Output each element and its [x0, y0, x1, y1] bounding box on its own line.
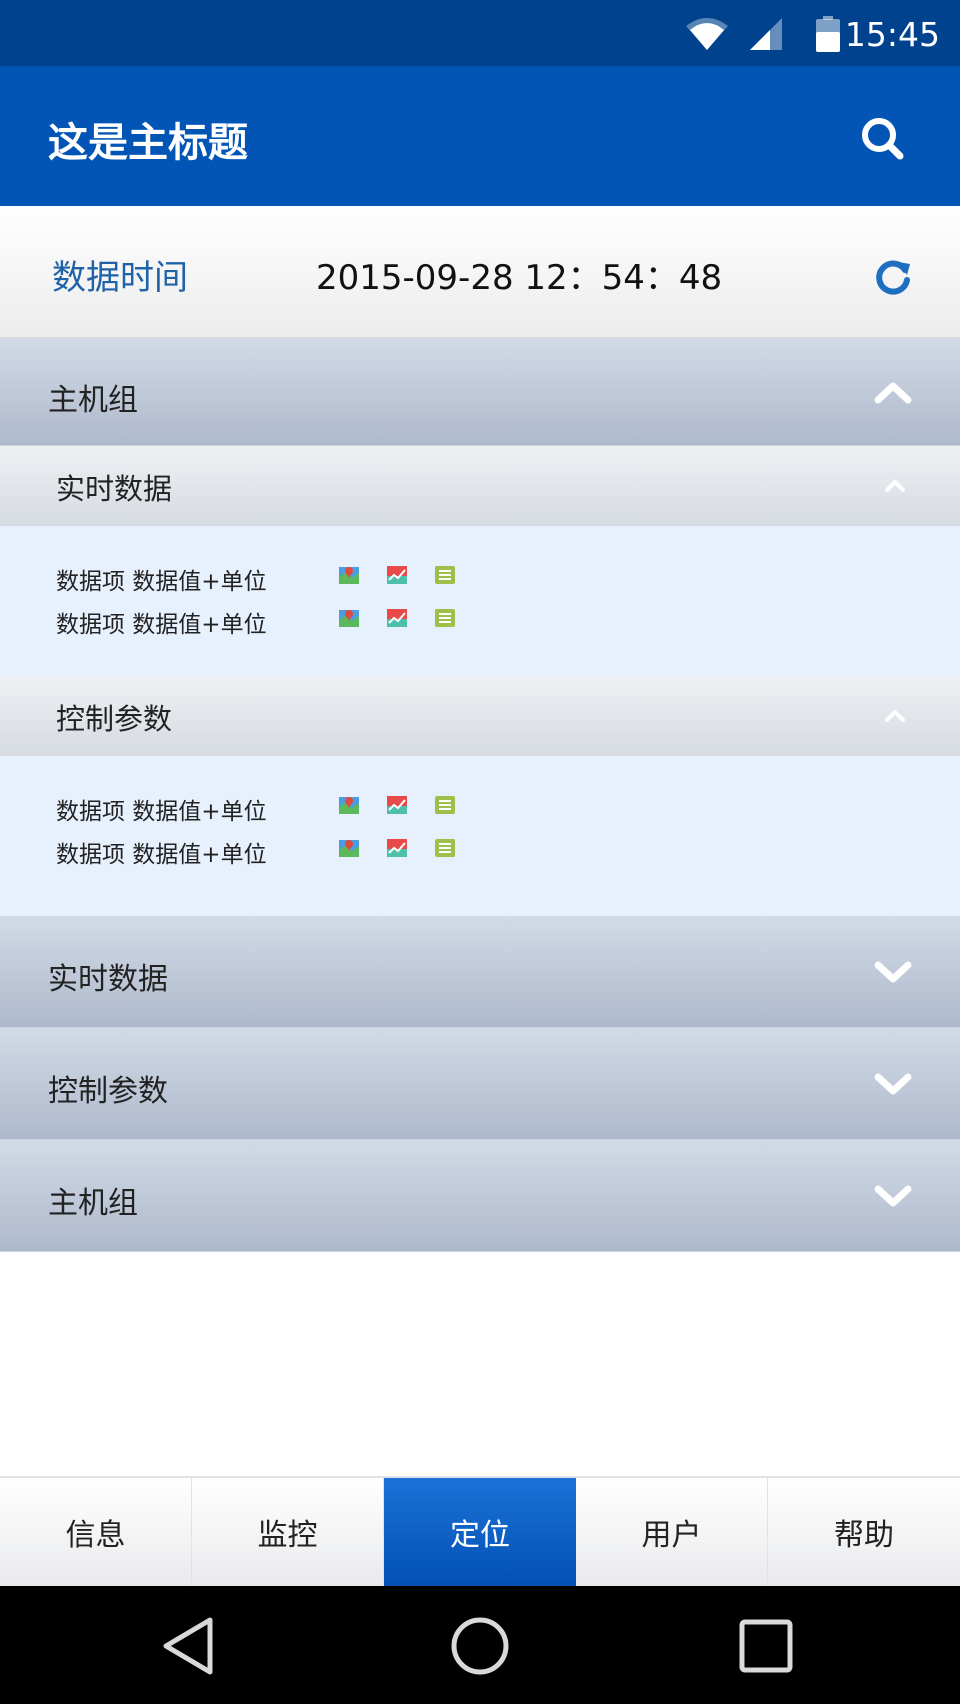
map-icon[interactable] — [338, 564, 360, 586]
group-label: 控制参数 — [48, 1074, 168, 1109]
group-header-collapsed[interactable]: 控制参数 — [0, 1028, 960, 1140]
item-text: 数据项 数据值+单位 — [56, 612, 267, 638]
chart-icon[interactable] — [386, 564, 408, 586]
home-icon[interactable] — [448, 1614, 512, 1678]
map-icon[interactable] — [338, 837, 360, 859]
group-header-collapsed[interactable]: 实时数据 — [0, 916, 960, 1028]
section-label: 实时数据 — [56, 472, 173, 506]
group-label: 主机组 — [48, 383, 138, 418]
group-header-expanded[interactable]: 主机组 — [0, 338, 960, 446]
group-label: 实时数据 — [48, 962, 168, 997]
tab-user[interactable]: 用户 — [576, 1478, 768, 1586]
section-header-control[interactable]: 控制参数 — [0, 676, 960, 756]
back-icon[interactable] — [158, 1614, 222, 1678]
list-item: 数据项 数据值+单位 — [56, 558, 516, 598]
system-nav-bar — [0, 1586, 960, 1704]
chart-icon[interactable] — [386, 607, 408, 629]
list-icon[interactable] — [434, 837, 456, 859]
status-clock: 15:45 — [844, 15, 940, 54]
section-body-control: 数据项 数据值+单位 数据项 数据值+单位 — [0, 756, 960, 916]
tab-location[interactable]: 定位 — [384, 1478, 576, 1586]
chevron-up-icon — [885, 480, 905, 492]
data-time-label: 数据时间 — [52, 258, 188, 298]
list-item: 数据项 数据值+单位 — [56, 831, 516, 871]
chart-icon[interactable] — [386, 794, 408, 816]
list-item: 数据项 数据值+单位 — [56, 788, 516, 828]
chevron-down-icon — [874, 961, 912, 983]
item-text: 数据项 数据值+单位 — [56, 842, 267, 868]
search-icon[interactable] — [858, 114, 908, 164]
data-time-value: 2015-09-28 12：54：48 — [316, 258, 723, 298]
chevron-up-icon — [874, 382, 912, 404]
wifi-icon — [686, 18, 728, 50]
chevron-down-icon — [874, 1073, 912, 1095]
list-icon[interactable] — [434, 564, 456, 586]
bottom-nav: 信息 监控 定位 用户 帮助 — [0, 1476, 960, 1586]
map-icon[interactable] — [338, 607, 360, 629]
group-label: 主机组 — [48, 1186, 138, 1221]
chevron-up-icon — [885, 710, 905, 722]
recent-apps-icon[interactable] — [734, 1614, 798, 1678]
section-label: 控制参数 — [56, 702, 173, 736]
list-icon[interactable] — [434, 794, 456, 816]
status-bar: 15:45 — [0, 0, 960, 66]
chevron-down-icon — [874, 1185, 912, 1207]
section-body-realtime: 数据项 数据值+单位 数据项 数据值+单位 — [0, 526, 960, 676]
list-icon[interactable] — [434, 607, 456, 629]
chart-icon[interactable] — [386, 837, 408, 859]
section-header-realtime[interactable]: 实时数据 — [0, 446, 960, 526]
tab-monitor[interactable]: 监控 — [192, 1478, 384, 1586]
app-bar: 这是主标题 — [0, 66, 960, 206]
map-icon[interactable] — [338, 794, 360, 816]
item-text: 数据项 数据值+单位 — [56, 569, 267, 595]
tab-help[interactable]: 帮助 — [768, 1478, 960, 1586]
group-header-collapsed[interactable]: 主机组 — [0, 1140, 960, 1252]
list-item: 数据项 数据值+单位 — [56, 601, 516, 641]
item-text: 数据项 数据值+单位 — [56, 799, 267, 825]
battery-icon — [816, 16, 840, 52]
refresh-icon[interactable] — [874, 258, 912, 296]
page-title: 这是主标题 — [48, 120, 248, 166]
cell-signal-icon — [750, 18, 782, 50]
tab-info[interactable]: 信息 — [0, 1478, 192, 1586]
data-time-row: 数据时间 2015-09-28 12：54：48 — [0, 206, 960, 338]
